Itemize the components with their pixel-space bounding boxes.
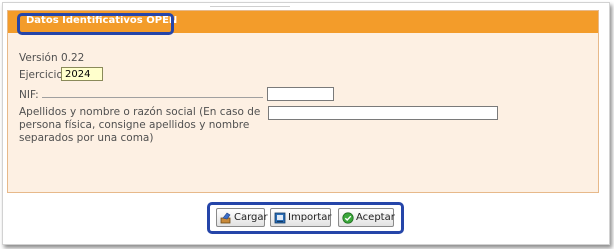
nif-label: NIF: bbox=[19, 89, 39, 101]
ejercicio-input[interactable] bbox=[61, 67, 103, 81]
nombre-label: Apellidos y nombre o razón social (En ca… bbox=[19, 106, 261, 144]
nombre-input[interactable] bbox=[268, 106, 498, 120]
nif-input[interactable] bbox=[267, 87, 334, 101]
nif-underline bbox=[42, 97, 263, 98]
cargar-button[interactable]: Cargar bbox=[216, 208, 268, 227]
importar-button[interactable]: Importar bbox=[270, 208, 331, 227]
identification-panel: Datos Identificativos OPEN bbox=[7, 10, 599, 193]
importar-label: Importar bbox=[288, 212, 332, 223]
import-icon bbox=[274, 212, 286, 224]
aceptar-label: Aceptar bbox=[356, 212, 395, 223]
cargar-label: Cargar bbox=[234, 212, 268, 223]
check-icon bbox=[342, 211, 354, 224]
aceptar-button[interactable]: Aceptar bbox=[338, 208, 395, 227]
ejercicio-label: Ejercicio bbox=[19, 69, 63, 81]
version-text: Versión 0.22 bbox=[19, 52, 85, 64]
load-icon bbox=[220, 212, 232, 224]
top-divider bbox=[210, 6, 290, 7]
title-highlight-box bbox=[17, 13, 174, 35]
